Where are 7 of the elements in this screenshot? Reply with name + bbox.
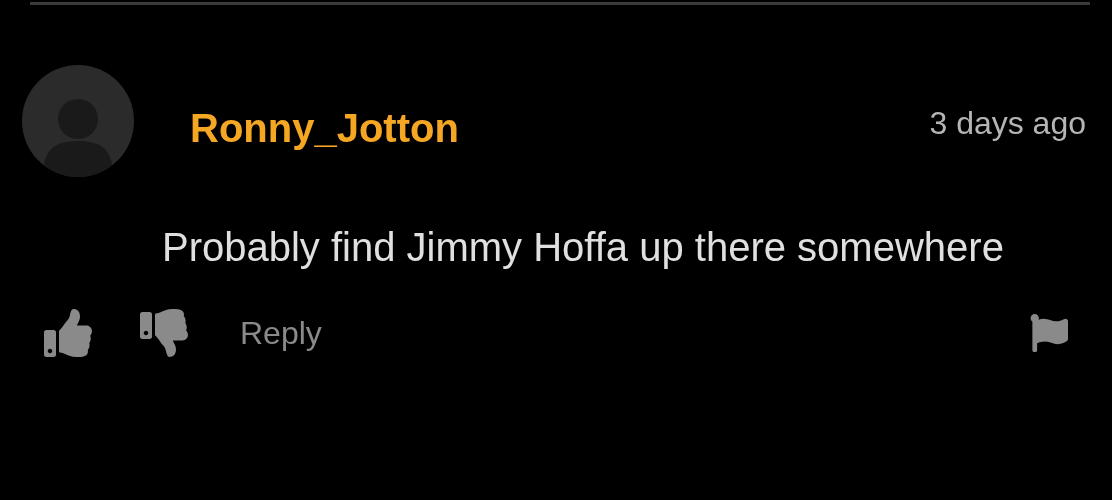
flag-icon[interactable]: [1030, 314, 1068, 352]
timestamp: 3 days ago: [929, 104, 1086, 142]
reply-button[interactable]: Reply: [240, 314, 322, 352]
username[interactable]: Ronny_Jotton: [190, 105, 459, 151]
thumbs-up-icon[interactable]: [44, 309, 92, 357]
thumbs-down-icon[interactable]: [140, 309, 188, 357]
comment-text: Probably find Jimmy Hoffa up there somewhere: [162, 224, 1005, 271]
